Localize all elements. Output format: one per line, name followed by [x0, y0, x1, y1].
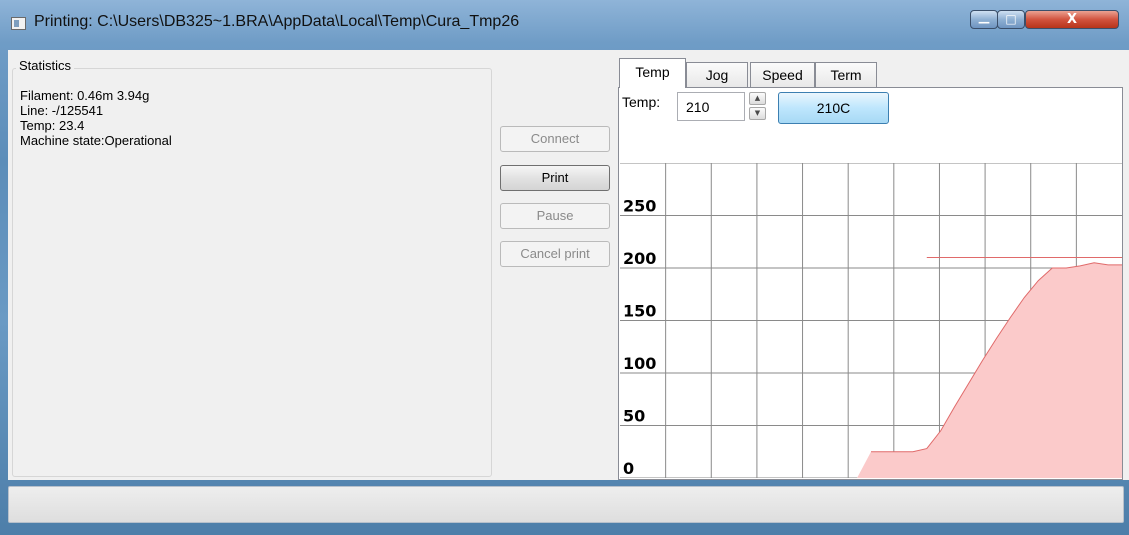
spin-up-icon[interactable]: ▲ — [749, 92, 766, 105]
title-bar[interactable]: Printing: C:\Users\DB325~1.BRA\AppData\L… — [0, 0, 1129, 50]
y-tick-label: 0 — [623, 459, 634, 478]
y-tick-label: 250 — [623, 197, 656, 216]
y-tick-label: 100 — [623, 354, 656, 373]
tab-term[interactable]: Term — [815, 62, 877, 87]
maximize-icon: □ — [1005, 12, 1017, 26]
close-icon: X — [1066, 12, 1078, 27]
temp-label: Temp: — [622, 94, 661, 110]
machine-state-stat: Machine state:Operational — [20, 133, 172, 148]
y-tick-label: 150 — [623, 302, 656, 321]
y-tick-label: 200 — [623, 249, 656, 268]
tab-temp[interactable]: Temp — [619, 58, 686, 88]
status-bar — [8, 486, 1124, 523]
tab-speed[interactable]: Speed — [750, 62, 815, 87]
cancel-print-button[interactable]: Cancel print — [500, 241, 610, 267]
line-stat: Line: -/125541 — [20, 103, 104, 118]
temp-spinner[interactable]: ▲ ▼ — [749, 92, 766, 121]
statistics-lines: Filament: 0.46m 3.94g Line: -/125541 Tem… — [20, 88, 172, 148]
tab-jog[interactable]: Jog — [686, 62, 748, 87]
minimize-button[interactable]: — — [970, 10, 998, 29]
pause-button[interactable]: Pause — [500, 203, 610, 229]
connect-button[interactable]: Connect — [500, 126, 610, 152]
temp-input[interactable]: 210 — [677, 92, 745, 121]
filament-stat: Filament: 0.46m 3.94g — [20, 88, 150, 103]
minimize-icon: — — [978, 15, 990, 29]
print-button[interactable]: Print — [500, 165, 610, 191]
maximize-button[interactable]: □ — [997, 10, 1025, 29]
temperature-area — [620, 262, 1122, 478]
spin-down-icon[interactable]: ▼ — [749, 107, 766, 120]
set-temp-button[interactable]: 210C — [778, 92, 889, 124]
statistics-title: Statistics — [16, 58, 75, 73]
close-button[interactable]: X — [1025, 10, 1119, 29]
temperature-graph: 250 200 150 100 50 0 — [620, 163, 1122, 478]
app-icon — [11, 17, 26, 30]
temp-stat: Temp: 23.4 — [20, 118, 85, 133]
y-tick-label: 50 — [623, 407, 645, 426]
window-title: Printing: C:\Users\DB325~1.BRA\AppData\L… — [34, 13, 520, 30]
